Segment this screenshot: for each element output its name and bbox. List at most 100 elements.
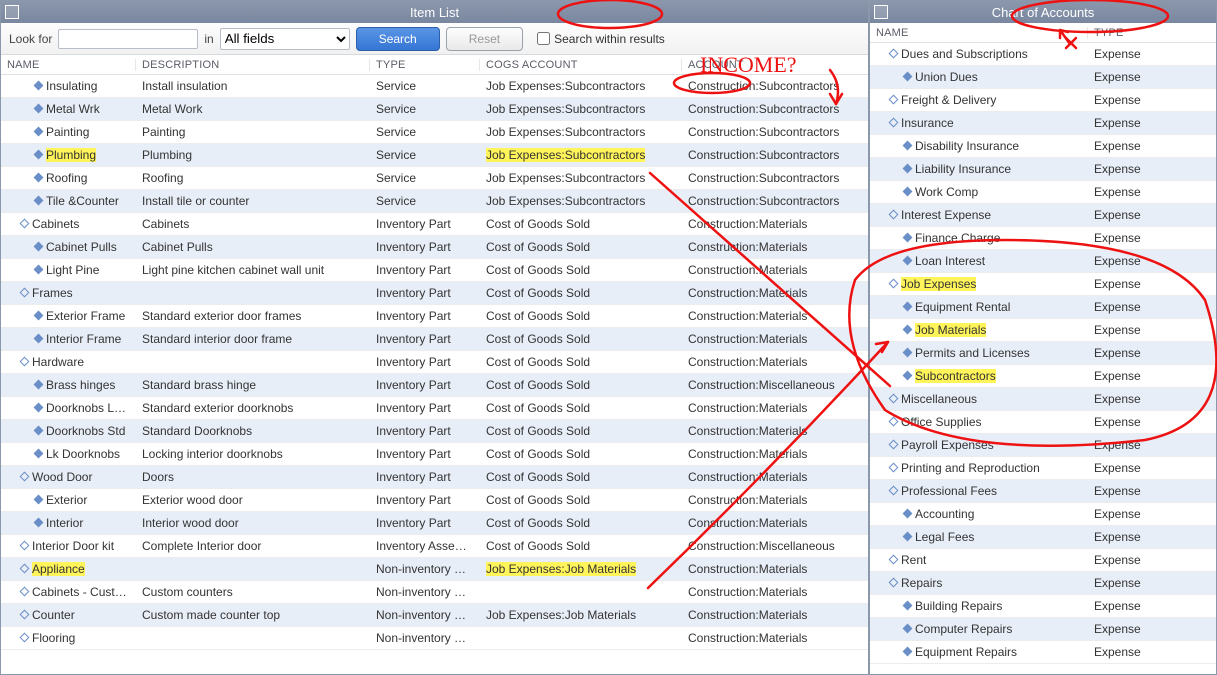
search-within-checkbox[interactable] [537, 32, 550, 45]
expand-diamond-icon[interactable] [889, 49, 899, 59]
table-row[interactable]: Payroll ExpensesExpense [870, 434, 1216, 457]
table-row[interactable]: Tile &CounterInstall tile or counterServ… [1, 190, 868, 213]
expand-diamond-icon[interactable] [903, 187, 913, 197]
expand-diamond-icon[interactable] [889, 95, 899, 105]
table-row[interactable]: Professional FeesExpense [870, 480, 1216, 503]
table-row[interactable]: Cabinets - CustomCustom countersNon-inve… [1, 581, 868, 604]
expand-diamond-icon[interactable] [889, 440, 899, 450]
expand-diamond-icon[interactable] [20, 472, 30, 482]
table-row[interactable]: PaintingPaintingServiceJob Expenses:Subc… [1, 121, 868, 144]
expand-diamond-icon[interactable] [903, 532, 913, 542]
item-list-body[interactable]: InsulatingInstall insulationServiceJob E… [1, 75, 868, 674]
expand-diamond-icon[interactable] [34, 104, 44, 114]
search-button[interactable]: Search [356, 27, 440, 51]
expand-diamond-icon[interactable] [34, 449, 44, 459]
expand-diamond-icon[interactable] [903, 371, 913, 381]
expand-diamond-icon[interactable] [903, 72, 913, 82]
table-row[interactable]: Doorknobs Lock...Standard exterior doork… [1, 397, 868, 420]
coa-col-header-name[interactable]: NAME [870, 27, 1088, 39]
table-row[interactable]: Lk DoorknobsLocking interior doorknobsIn… [1, 443, 868, 466]
expand-diamond-icon[interactable] [20, 633, 30, 643]
col-header-name[interactable]: NAME [1, 59, 136, 71]
expand-diamond-icon[interactable] [20, 587, 30, 597]
table-row[interactable]: Job MaterialsExpense [870, 319, 1216, 342]
expand-diamond-icon[interactable] [903, 141, 913, 151]
expand-diamond-icon[interactable] [903, 348, 913, 358]
expand-diamond-icon[interactable] [34, 127, 44, 137]
expand-diamond-icon[interactable] [34, 518, 44, 528]
table-row[interactable]: Wood DoorDoorsInventory PartCost of Good… [1, 466, 868, 489]
table-row[interactable]: Brass hingesStandard brass hingeInventor… [1, 374, 868, 397]
table-row[interactable]: Exterior FrameStandard exterior door fra… [1, 305, 868, 328]
table-row[interactable]: Metal WrkMetal WorkServiceJob Expenses:S… [1, 98, 868, 121]
table-row[interactable]: Cabinet PullsCabinet PullsInventory Part… [1, 236, 868, 259]
expand-diamond-icon[interactable] [889, 279, 899, 289]
col-header-cogs-account[interactable]: COGS ACCOUNT [480, 59, 682, 71]
table-row[interactable]: InsulatingInstall insulationServiceJob E… [1, 75, 868, 98]
expand-diamond-icon[interactable] [889, 210, 899, 220]
table-row[interactable]: CabinetsCabinetsInventory PartCost of Go… [1, 213, 868, 236]
expand-diamond-icon[interactable] [20, 564, 30, 574]
table-row[interactable]: Work CompExpense [870, 181, 1216, 204]
expand-diamond-icon[interactable] [34, 311, 44, 321]
table-row[interactable]: PlumbingPlumbingServiceJob Expenses:Subc… [1, 144, 868, 167]
table-row[interactable]: Freight & DeliveryExpense [870, 89, 1216, 112]
expand-diamond-icon[interactable] [903, 325, 913, 335]
expand-diamond-icon[interactable] [903, 624, 913, 634]
table-row[interactable]: Equipment RentalExpense [870, 296, 1216, 319]
expand-diamond-icon[interactable] [903, 233, 913, 243]
table-row[interactable]: Disability InsuranceExpense [870, 135, 1216, 158]
table-row[interactable]: SubcontractorsExpense [870, 365, 1216, 388]
table-row[interactable]: InsuranceExpense [870, 112, 1216, 135]
table-row[interactable]: Interior Door kitComplete Interior doorI… [1, 535, 868, 558]
table-row[interactable]: Interior FrameStandard interior door fra… [1, 328, 868, 351]
expand-diamond-icon[interactable] [34, 265, 44, 275]
table-row[interactable]: HardwareInventory PartCost of Goods Sold… [1, 351, 868, 374]
table-row[interactable]: Finance ChargeExpense [870, 227, 1216, 250]
expand-diamond-icon[interactable] [889, 118, 899, 128]
table-row[interactable]: FramesInventory PartCost of Goods SoldCo… [1, 282, 868, 305]
table-row[interactable]: InteriorInterior wood doorInventory Part… [1, 512, 868, 535]
expand-diamond-icon[interactable] [889, 486, 899, 496]
table-row[interactable]: RoofingRoofingServiceJob Expenses:Subcon… [1, 167, 868, 190]
expand-diamond-icon[interactable] [20, 357, 30, 367]
table-row[interactable]: FlooringNon-inventory PartConstruction:M… [1, 627, 868, 650]
table-row[interactable]: AccountingExpense [870, 503, 1216, 526]
col-header-type[interactable]: TYPE [370, 59, 480, 71]
field-select[interactable]: All fields [220, 28, 350, 50]
expand-diamond-icon[interactable] [889, 578, 899, 588]
table-row[interactable]: CounterCustom made counter topNon-invent… [1, 604, 868, 627]
expand-diamond-icon[interactable] [889, 394, 899, 404]
expand-diamond-icon[interactable] [34, 380, 44, 390]
table-row[interactable]: Dues and SubscriptionsExpense [870, 43, 1216, 66]
col-header-account[interactable]: ACCOUNT [682, 59, 868, 71]
expand-diamond-icon[interactable] [20, 610, 30, 620]
expand-diamond-icon[interactable] [20, 219, 30, 229]
table-row[interactable]: Computer RepairsExpense [870, 618, 1216, 641]
table-row[interactable]: MiscellaneousExpense [870, 388, 1216, 411]
table-row[interactable]: Office SuppliesExpense [870, 411, 1216, 434]
expand-diamond-icon[interactable] [34, 196, 44, 206]
table-row[interactable]: Equipment RepairsExpense [870, 641, 1216, 664]
table-row[interactable]: RepairsExpense [870, 572, 1216, 595]
expand-diamond-icon[interactable] [889, 463, 899, 473]
expand-diamond-icon[interactable] [20, 288, 30, 298]
expand-diamond-icon[interactable] [889, 417, 899, 427]
table-row[interactable]: Union DuesExpense [870, 66, 1216, 89]
table-row[interactable]: ApplianceNon-inventory PartJob Expenses:… [1, 558, 868, 581]
expand-diamond-icon[interactable] [34, 81, 44, 91]
expand-diamond-icon[interactable] [889, 555, 899, 565]
col-header-description[interactable]: DESCRIPTION [136, 59, 370, 71]
expand-diamond-icon[interactable] [34, 426, 44, 436]
expand-diamond-icon[interactable] [903, 256, 913, 266]
expand-diamond-icon[interactable] [34, 173, 44, 183]
coa-body[interactable]: Dues and SubscriptionsExpenseUnion DuesE… [870, 43, 1216, 674]
table-row[interactable]: RentExpense [870, 549, 1216, 572]
expand-diamond-icon[interactable] [903, 164, 913, 174]
table-row[interactable]: Doorknobs StdStandard DoorknobsInventory… [1, 420, 868, 443]
expand-diamond-icon[interactable] [34, 403, 44, 413]
expand-diamond-icon[interactable] [34, 242, 44, 252]
expand-diamond-icon[interactable] [34, 495, 44, 505]
table-row[interactable]: Printing and ReproductionExpense [870, 457, 1216, 480]
expand-diamond-icon[interactable] [903, 302, 913, 312]
